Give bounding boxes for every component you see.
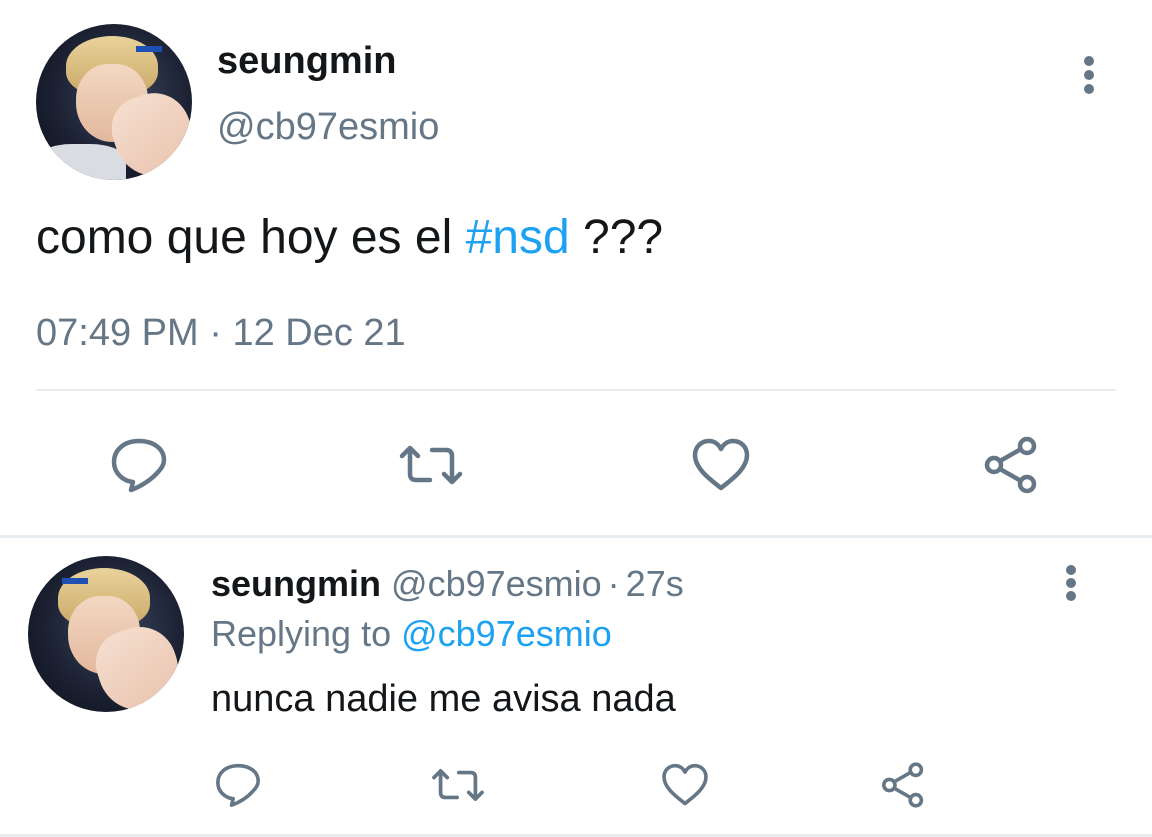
tweet-time: 07:49 PM: [36, 312, 199, 354]
dot: [1066, 578, 1076, 588]
share-button[interactable]: [873, 755, 933, 815]
share-icon: [882, 762, 924, 808]
tweet-text-start: como que hoy es el: [36, 211, 466, 264]
tweet-timestamp[interactable]: 07:49 PM · 12 Dec 21: [36, 312, 406, 355]
retweet-icon: [399, 445, 463, 485]
retweet-button[interactable]: [428, 755, 488, 815]
meta-separator: ·: [198, 312, 233, 354]
display-name[interactable]: seungmin: [217, 40, 396, 83]
reply-header: seungmin @cb97esmio · 27s: [211, 563, 684, 605]
avatar-tag: [62, 578, 88, 584]
tweet-date: 12 Dec 21: [232, 312, 406, 354]
dot: [1084, 84, 1094, 94]
avatar[interactable]: [36, 24, 192, 180]
more-vertical-icon[interactable]: [1079, 56, 1099, 94]
avatar-tag: [136, 46, 162, 52]
avatar-shirt: [36, 144, 126, 180]
replying-to: Replying to @cb97esmio: [211, 613, 612, 655]
heart-icon: [662, 763, 708, 806]
main-tweet: seungmin @cb97esmio como que hoy es el #…: [0, 0, 1152, 535]
retweet-icon: [432, 769, 484, 801]
share-icon: [984, 436, 1037, 494]
user-handle[interactable]: @cb97esmio: [391, 563, 602, 604]
tweet-text: nunca nadie me avisa nada: [211, 678, 676, 720]
more-vertical-icon[interactable]: [1061, 565, 1081, 601]
hashtag-link[interactable]: #nsd: [466, 211, 570, 264]
divider: [36, 389, 1116, 391]
display-name[interactable]: seungmin: [211, 563, 381, 604]
tweet-thread-screen: seungmin @cb97esmio como que hoy es el #…: [0, 0, 1152, 837]
user-handle[interactable]: @cb97esmio: [217, 106, 439, 149]
heart-icon: [692, 438, 750, 491]
dot: [1084, 70, 1094, 80]
avatar[interactable]: [28, 556, 184, 712]
header-separator: ·: [607, 563, 620, 604]
like-button[interactable]: [655, 755, 715, 815]
tweet-text-end: ???: [569, 211, 664, 264]
replying-to-label: Replying to: [211, 613, 402, 654]
dot: [1084, 56, 1094, 66]
like-button[interactable]: [686, 430, 756, 500]
reply-button[interactable]: [208, 755, 268, 815]
reply-bubble-icon: [111, 438, 167, 493]
mention-link[interactable]: @cb97esmio: [401, 613, 612, 654]
share-button[interactable]: [976, 430, 1046, 500]
tweet-age: 27s: [625, 563, 684, 604]
reply-button[interactable]: [104, 430, 174, 500]
dot: [1066, 565, 1076, 575]
reply-bubble-icon: [216, 763, 260, 807]
section-divider: [0, 535, 1152, 538]
retweet-button[interactable]: [396, 430, 466, 500]
tweet-text: como que hoy es el #nsd ???: [36, 210, 663, 265]
dot: [1066, 591, 1076, 601]
